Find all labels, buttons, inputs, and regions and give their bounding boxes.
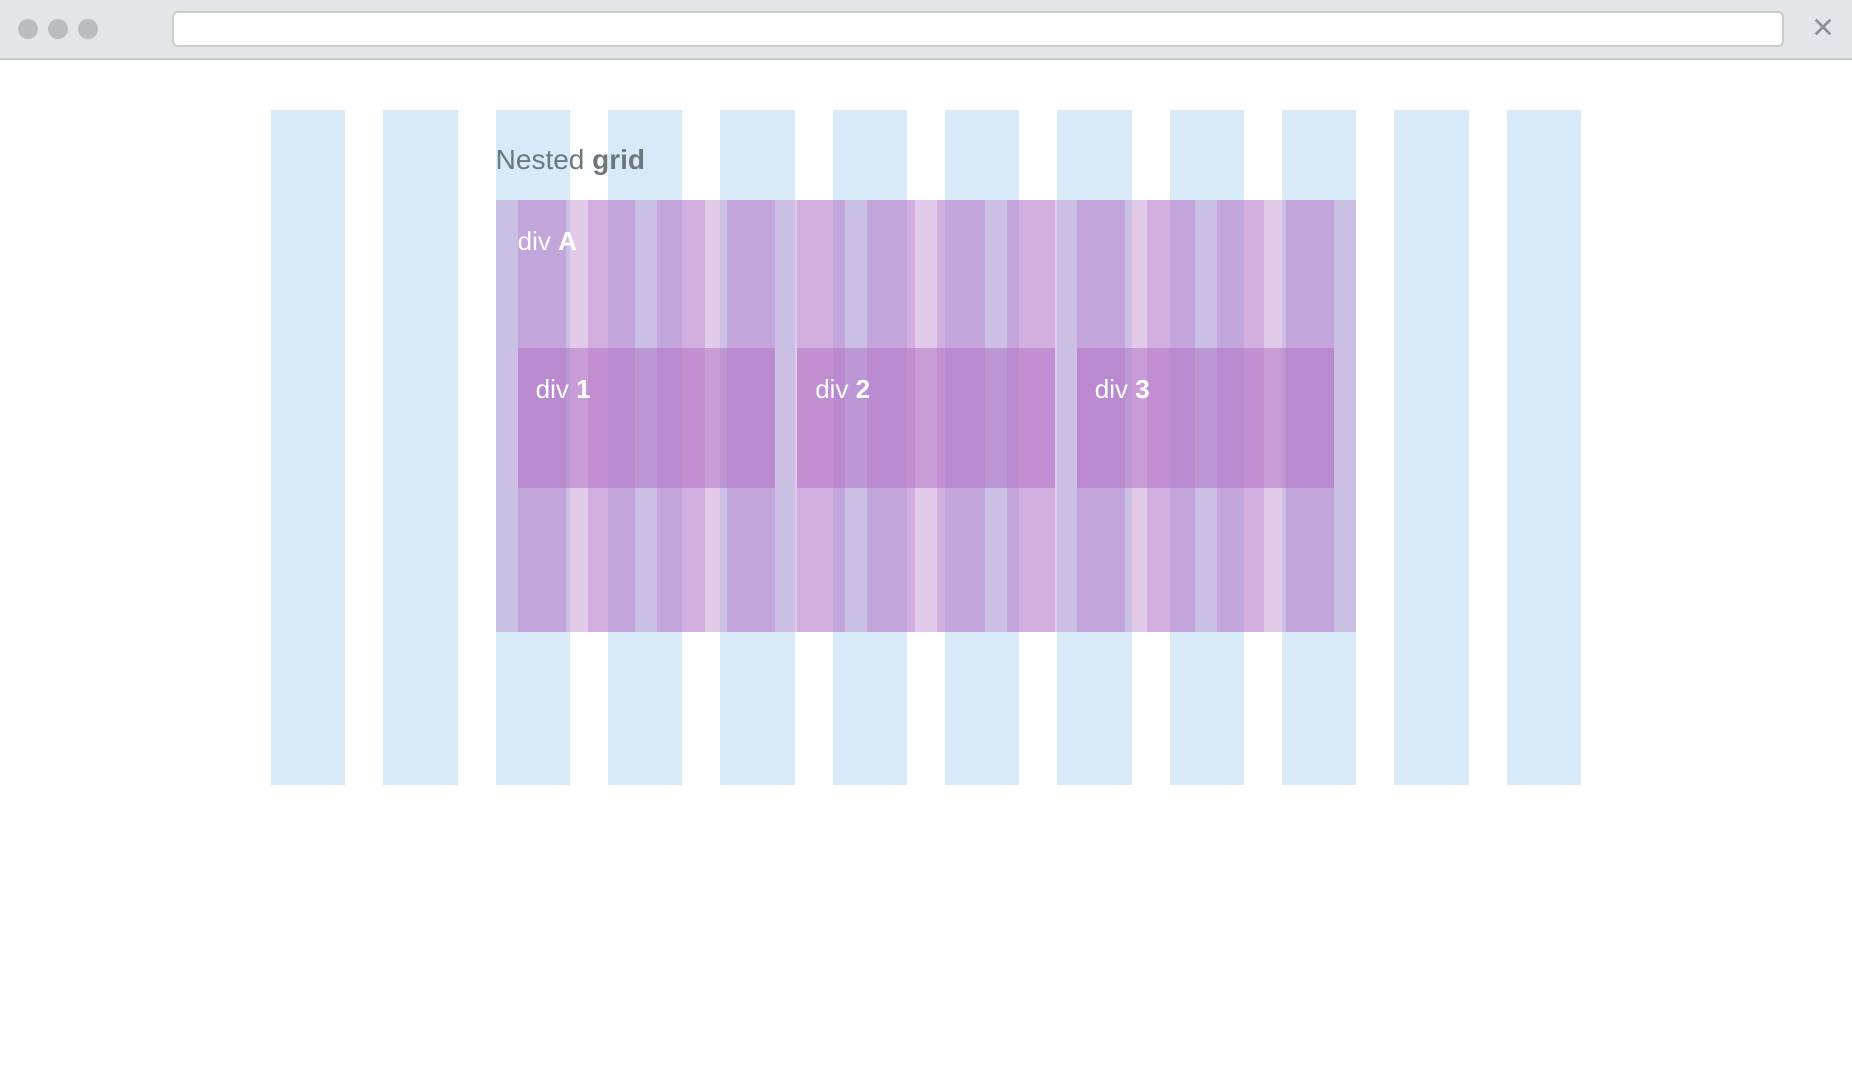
div-3-prefix: div [1095,374,1135,404]
div-a: div A div 1 div 2 div 3 [496,200,1357,632]
page-title: Nested grid [496,144,1357,176]
div-1: div 1 [518,348,776,488]
div-a-label-prefix: div [518,226,558,256]
title-bold: grid [592,144,645,175]
div-2: div 2 [797,348,1055,488]
title-prefix: Nested [496,144,593,175]
window-controls [18,19,98,39]
window-maximize-dot[interactable] [78,19,98,39]
browser-chrome [0,0,1852,60]
div-1-prefix: div [536,374,576,404]
nav-arrows [126,20,144,38]
window-minimize-dot[interactable] [48,19,68,39]
close-icon[interactable] [1812,16,1834,43]
div-3-bold: 3 [1135,374,1149,404]
window-close-dot[interactable] [18,19,38,39]
div-a-label-bold: A [558,226,577,256]
div-2-bold: 2 [856,374,870,404]
viewport: Nested grid div A [0,60,1852,825]
div-3: div 3 [1077,348,1335,488]
div-a-label: div A [518,226,577,257]
page-title-cell: Nested grid [496,60,1357,200]
url-bar[interactable] [172,11,1784,47]
inner-row: div 1 div 2 div 3 [496,348,1357,488]
div-1-bold: 1 [576,374,590,404]
div-2-prefix: div [815,374,855,404]
content-overlay: Nested grid div A [271,60,1581,632]
